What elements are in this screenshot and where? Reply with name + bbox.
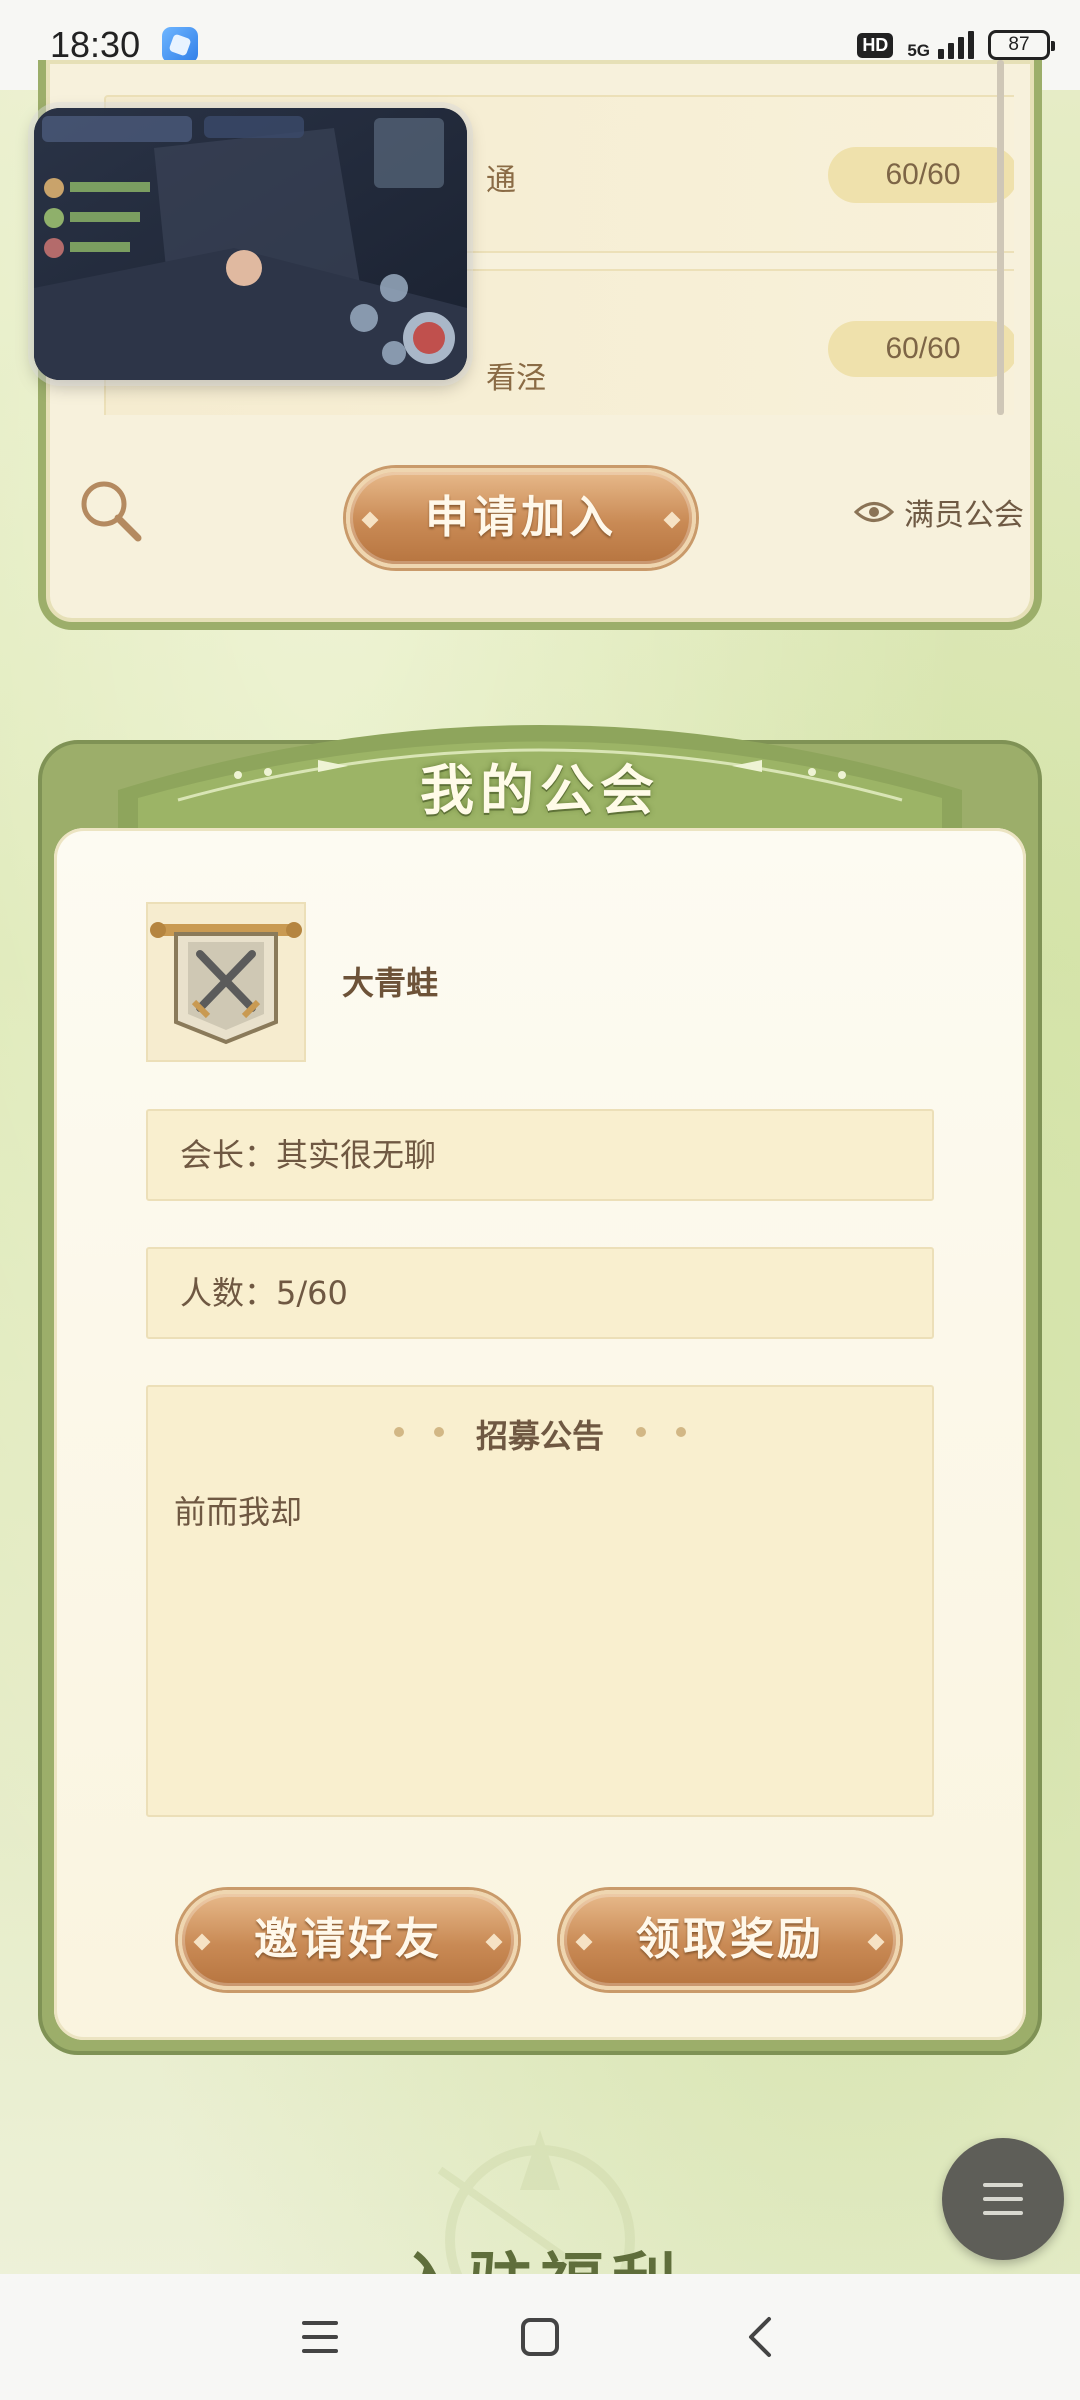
recruit-title: 招募公告 [475,1417,604,1455]
guild-row-count: 60/60 [828,147,1014,203]
guild-member-count-field: 人数：5/60 [146,1247,934,1339]
my-guild-title: 我的公会 [420,758,660,822]
recruit-announcement: 招募公告 前而我却 [146,1385,934,1817]
menu-button[interactable] [942,2138,1064,2260]
app-notification-icon [162,27,199,63]
guild-name: 大青蛙 [342,964,439,1002]
scrollbar[interactable] [997,60,1004,415]
recent-apps-button[interactable] [285,2302,355,2372]
invite-friend-button[interactable]: 邀请好友 [178,1890,518,1990]
menu-lines-icon [302,2321,338,2353]
network-label: 5G [907,41,930,60]
guild-actions: 申请加入 满员公会 [46,450,1034,590]
back-chevron-icon [749,2317,771,2357]
guild-row-name: 通 [486,163,516,198]
guild-emblem [146,902,306,1062]
crossed-swords-banner-icon [150,922,302,1045]
square-icon [521,2318,559,2356]
battery-icon: 87 [988,30,1055,60]
battery-level: 87 [1008,34,1030,55]
guild-row-name: 看泾 [486,361,546,396]
decor-dots [636,1427,686,1437]
system-nav-bar [0,2274,1080,2400]
search-icon[interactable] [76,476,146,546]
full-guild-toggle[interactable]: 满员公会 [854,490,1024,534]
my-guild-panel: 我的公会 大青蛙 会长：其实很无聊 人数：5/60 招募公告 前而我却 邀请好友… [38,680,1042,2055]
guild-row-count: 60/60 [828,321,1014,377]
recruit-text: 前而我却 [174,1493,303,1531]
full-guild-label: 满员公会 [904,498,1024,533]
home-button[interactable] [505,2302,575,2372]
back-button[interactable] [725,2302,795,2372]
apply-join-button[interactable]: 申请加入 [346,468,696,568]
claim-reward-button[interactable]: 领取奖励 [560,1890,900,1990]
guild-leader-field: 会长：其实很无聊 [146,1109,934,1201]
game-preview-image [34,108,467,380]
floating-game-window[interactable] [34,108,467,380]
signal-icon: 5G [907,31,974,59]
eye-icon [854,502,894,522]
menu-icon [983,2183,1023,2187]
hd-badge: HD [857,32,894,58]
